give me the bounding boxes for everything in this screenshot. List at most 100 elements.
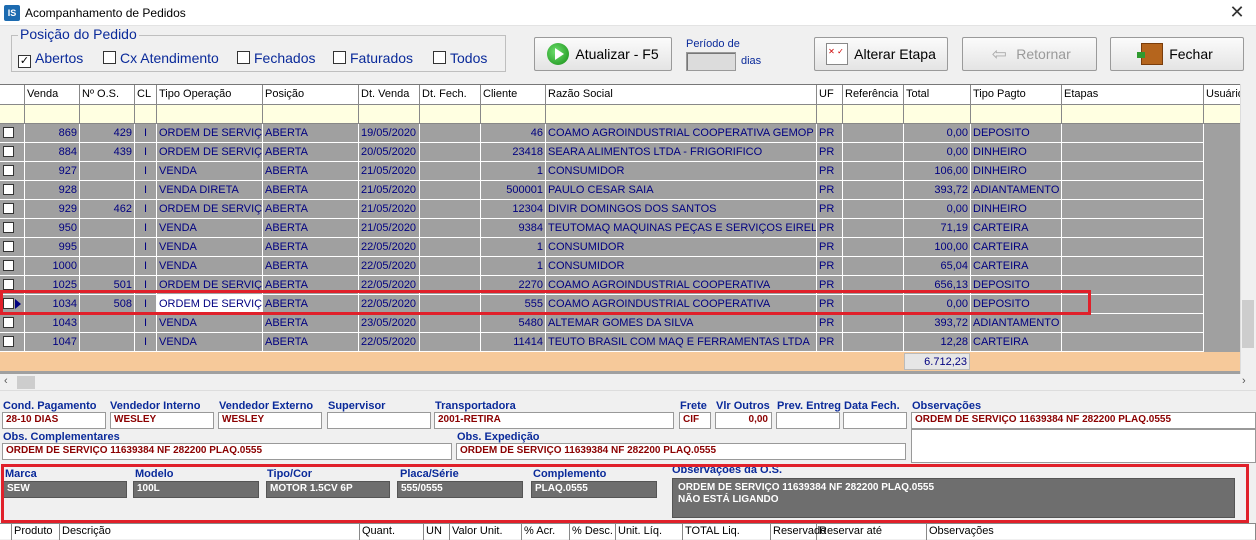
table-cell[interactable]: DINHEIRO	[971, 162, 1062, 181]
grid-filter-cell[interactable]	[817, 105, 843, 124]
table-cell[interactable]	[843, 238, 904, 257]
table-cell[interactable]: 884	[25, 143, 80, 162]
table-cell[interactable]	[1062, 219, 1204, 238]
frete-field[interactable]: CIF	[679, 412, 711, 429]
table-cell[interactable]	[843, 314, 904, 333]
table-row[interactable]: 950 I VENDA ABERTA 21/05/2020 9384 TEUTOMAQ MA…	[0, 219, 1240, 238]
table-cell[interactable]: I	[135, 181, 157, 200]
table-cell[interactable]: VENDA	[157, 219, 263, 238]
table-cell[interactable]	[1062, 181, 1204, 200]
table-cell[interactable]	[1062, 238, 1204, 257]
table-row[interactable]: 995 I VENDA ABERTA 22/05/2020 1 CONSUMIDOR PR 10…	[0, 238, 1240, 257]
grid-filter-cell[interactable]	[420, 105, 481, 124]
table-cell[interactable]: I	[135, 219, 157, 238]
table-cell[interactable]: I	[135, 162, 157, 181]
table-cell[interactable]: DEPOSITO	[971, 124, 1062, 143]
items-header-cell[interactable]: TOTAL Liq.	[683, 524, 771, 540]
row-selector[interactable]	[0, 257, 25, 276]
table-cell[interactable]: 393,72	[904, 181, 971, 200]
filter-abertos[interactable]: ✓ Abertos	[18, 50, 83, 68]
table-cell[interactable]: ABERTA	[263, 181, 359, 200]
table-cell[interactable]: 1	[481, 162, 546, 181]
grid-header-cell[interactable]: Etapas	[1062, 85, 1204, 105]
row-selector[interactable]	[0, 143, 25, 162]
table-cell[interactable]	[843, 143, 904, 162]
table-cell[interactable]: 0,00	[904, 143, 971, 162]
table-cell[interactable]: I	[135, 200, 157, 219]
alter-stage-button[interactable]: Alterar Etapa	[814, 37, 948, 71]
table-cell[interactable]: 22/05/2020	[359, 257, 420, 276]
table-cell[interactable]	[1062, 143, 1204, 162]
table-cell[interactable]: 429	[80, 124, 135, 143]
filter-cx-atendimento[interactable]: Cx Atendimento	[103, 50, 219, 66]
row-selector[interactable]	[0, 124, 25, 143]
horizontal-scroll-thumb[interactable]	[17, 376, 35, 389]
table-cell[interactable]: PR	[817, 124, 843, 143]
table-cell[interactable]: I	[135, 124, 157, 143]
row-checkbox[interactable]	[3, 203, 14, 214]
table-cell[interactable]: DINHEIRO	[971, 200, 1062, 219]
data-fech-field[interactable]	[843, 412, 907, 429]
row-checkbox[interactable]	[3, 184, 14, 195]
table-cell[interactable]	[420, 314, 481, 333]
table-cell[interactable]: 927	[25, 162, 80, 181]
table-cell[interactable]: ABERTA	[263, 162, 359, 181]
scroll-right-icon[interactable]: ›	[1242, 375, 1246, 387]
grid-header-cell[interactable]: Razão Social	[546, 85, 817, 105]
table-cell[interactable]: VENDA	[157, 314, 263, 333]
grid-header-cell[interactable]: Dt. Venda	[359, 85, 420, 105]
table-cell[interactable]: ABERTA	[263, 219, 359, 238]
table-cell[interactable]	[80, 219, 135, 238]
vendedor-interno-field[interactable]: WESLEY	[110, 412, 214, 429]
table-row[interactable]: 1043 I VENDA ABERTA 23/05/2020 5480 ALTEMAR GO…	[0, 314, 1240, 333]
table-cell[interactable]: 21/05/2020	[359, 200, 420, 219]
close-window-icon[interactable]: ✕	[1224, 2, 1250, 22]
grid-filter-cell[interactable]	[359, 105, 420, 124]
table-cell[interactable]: 23/05/2020	[359, 314, 420, 333]
table-cell[interactable]: VENDA	[157, 238, 263, 257]
grid-filter-cell[interactable]	[263, 105, 359, 124]
table-cell[interactable]: I	[135, 314, 157, 333]
table-cell[interactable]: TEUTOMAQ MAQUINAS PEÇAS E SERVIÇOS EIREL…	[546, 219, 817, 238]
items-header-cell[interactable]: UN	[424, 524, 450, 540]
table-cell[interactable]: PR	[817, 257, 843, 276]
table-cell[interactable]: 106,00	[904, 162, 971, 181]
table-cell[interactable]: 928	[25, 181, 80, 200]
table-row[interactable]: 869 429 I ORDEM DE SERVIÇO ABERTA 19/05/2020 4…	[0, 124, 1240, 143]
table-cell[interactable]	[420, 143, 481, 162]
table-cell[interactable]: DIVIR DOMINGOS DOS SANTOS	[546, 200, 817, 219]
checkbox-icon[interactable]	[333, 51, 346, 64]
grid-filter-cell[interactable]	[971, 105, 1062, 124]
checkbox-icon[interactable]	[103, 51, 116, 64]
table-cell[interactable]: 21/05/2020	[359, 162, 420, 181]
items-header-cell[interactable]: Unit. Líq.	[616, 524, 683, 540]
table-cell[interactable]: 1043	[25, 314, 80, 333]
table-cell[interactable]: 65,04	[904, 257, 971, 276]
table-cell[interactable]	[420, 257, 481, 276]
items-header-cell[interactable]: Quant.	[360, 524, 424, 540]
table-cell[interactable]: VENDA DIRETA	[157, 181, 263, 200]
table-cell[interactable]: PR	[817, 314, 843, 333]
table-cell[interactable]	[843, 162, 904, 181]
period-input[interactable]	[686, 52, 736, 71]
table-cell[interactable]: ABERTA	[263, 124, 359, 143]
table-cell[interactable]: 1047	[25, 333, 80, 352]
grid-header-cell[interactable]: Venda	[25, 85, 80, 105]
table-cell[interactable]: 0,00	[904, 124, 971, 143]
table-cell[interactable]: 100,00	[904, 238, 971, 257]
grid-filter-cell[interactable]	[843, 105, 904, 124]
filter-fechados[interactable]: Fechados	[237, 50, 315, 66]
observacoes-field[interactable]: ORDEM DE SERVIÇO 11639384 NF 282200 PLAQ…	[911, 412, 1256, 429]
grid-header-cell[interactable]: Nº O.S.	[80, 85, 135, 105]
table-cell[interactable]: PR	[817, 219, 843, 238]
table-cell[interactable]: CARTEIRA	[971, 333, 1062, 352]
row-checkbox[interactable]	[3, 127, 14, 138]
row-checkbox[interactable]	[3, 222, 14, 233]
table-cell[interactable]	[843, 124, 904, 143]
table-cell[interactable]: 393,72	[904, 314, 971, 333]
table-cell[interactable]	[843, 257, 904, 276]
grid-filter-cell[interactable]	[546, 105, 817, 124]
table-cell[interactable]	[843, 200, 904, 219]
grid-header-cell[interactable]: Tipo Pagto	[971, 85, 1062, 105]
table-cell[interactable]	[420, 162, 481, 181]
